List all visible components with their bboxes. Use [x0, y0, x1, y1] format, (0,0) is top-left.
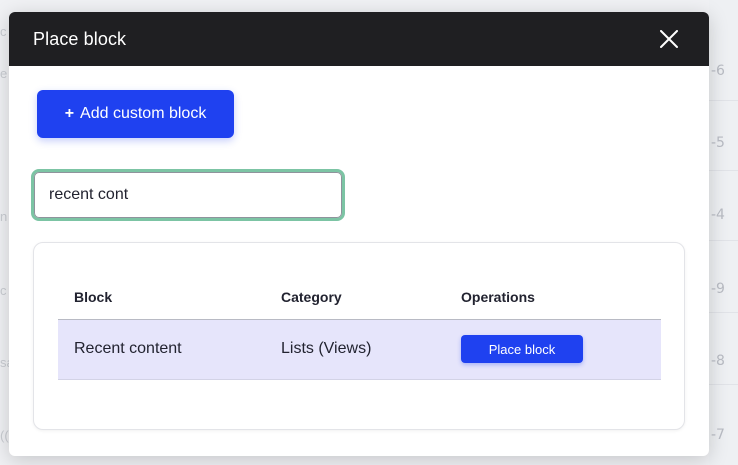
- background-text-fragment: n: [0, 209, 8, 224]
- column-header-operations: Operations: [445, 275, 661, 320]
- background-row-number: -5: [711, 135, 725, 151]
- close-button[interactable]: [657, 27, 681, 51]
- column-header-block: Block: [58, 275, 265, 320]
- block-filter-input[interactable]: [34, 172, 342, 218]
- table-header-row: Block Category Operations: [58, 275, 661, 320]
- column-header-category: Category: [265, 275, 445, 320]
- place-block-button[interactable]: Place block: [461, 335, 583, 363]
- background-row-number: -9: [711, 281, 725, 297]
- background-text-fragment: e: [0, 66, 8, 81]
- background-text-fragment: c: [0, 283, 7, 298]
- plus-icon: +: [64, 105, 75, 122]
- dialog-title: Place block: [33, 28, 127, 49]
- blocks-table: Block Category Operations Recent content…: [58, 275, 661, 380]
- background-text-fragment: ((: [0, 428, 9, 443]
- operations-cell: Place block: [445, 319, 661, 380]
- results-card: Block Category Operations Recent content…: [33, 242, 685, 430]
- search-focus-ring: [31, 169, 345, 221]
- dialog-header: Place block: [9, 12, 709, 66]
- background-row-number: -7: [711, 427, 725, 443]
- place-block-dialog: Place block + Add custom block Block Cat…: [9, 12, 709, 456]
- block-category-cell: Lists (Views): [265, 319, 445, 380]
- background-text-fragment: c: [0, 24, 7, 39]
- background-row-number: -6: [711, 63, 725, 79]
- background-divider: [709, 170, 738, 171]
- table-row: Recent content Lists (Views) Place block: [58, 319, 661, 380]
- background-row-number: -8: [711, 353, 725, 369]
- background-row-number: -4: [711, 207, 725, 223]
- background-divider: [709, 384, 738, 385]
- add-custom-block-label: Add custom block: [80, 105, 207, 122]
- background-divider: [709, 312, 738, 313]
- block-name-cell: Recent content: [58, 319, 265, 380]
- background-divider: [709, 100, 738, 101]
- background-divider: [709, 240, 738, 241]
- dialog-body: + Add custom block Block Category Operat…: [9, 66, 709, 456]
- add-custom-block-button[interactable]: + Add custom block: [37, 90, 234, 138]
- close-icon: [660, 30, 678, 48]
